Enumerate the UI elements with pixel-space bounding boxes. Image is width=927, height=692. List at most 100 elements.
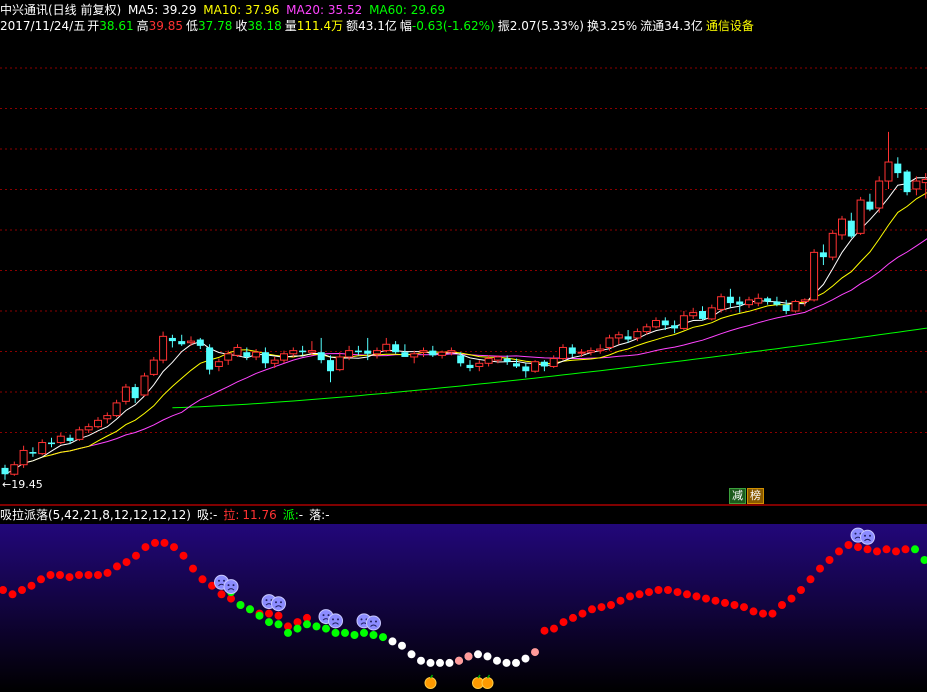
candle: [382, 337, 391, 353]
high-value: 39.85: [148, 19, 183, 33]
low-label: 低: [185, 19, 198, 33]
page-title: 中兴通讯(日线 前复权): [0, 3, 122, 17]
candle-body: [912, 180, 921, 190]
candle: [540, 360, 548, 372]
candle-body: [382, 343, 391, 352]
face-eye: [232, 584, 235, 587]
candle-body: [84, 426, 93, 431]
candle-body: [717, 296, 726, 310]
candle-body: [838, 218, 846, 236]
face-circle: [366, 615, 381, 631]
ma60-value: 29.69: [410, 3, 446, 17]
red-dot: [132, 551, 140, 560]
candle: [233, 344, 242, 357]
face-eye: [275, 601, 277, 604]
candle: [856, 196, 865, 235]
price-grid: [0, 67, 927, 433]
red-dot: [749, 607, 758, 616]
candle-body: [196, 339, 204, 346]
candle-body: [884, 161, 893, 182]
candle-body: [457, 355, 465, 364]
candle: [196, 337, 204, 350]
red-dot: [901, 545, 910, 554]
candle: [19, 445, 28, 468]
candle: [214, 358, 223, 372]
candle-body: [10, 464, 19, 475]
red-dot: [597, 603, 606, 612]
date-label: 2017/11/24/五: [0, 19, 86, 33]
candle-body: [726, 296, 734, 304]
red-dot: [768, 609, 777, 618]
candle-body: [689, 312, 698, 317]
ma20-path: [51, 238, 927, 456]
candle: [438, 350, 447, 359]
candle: [707, 304, 716, 321]
candle-body: [540, 361, 548, 367]
candle-body: [149, 359, 158, 375]
red-dot: [740, 603, 748, 612]
red-dot: [217, 590, 226, 599]
ma5-path: [4, 177, 927, 475]
candle: [847, 212, 855, 239]
red-dot: [18, 586, 26, 594]
candle: [549, 355, 558, 369]
red-dot: [626, 592, 634, 601]
red-dot: [806, 575, 815, 584]
candle-body: [605, 337, 614, 348]
candle-body: [214, 361, 223, 367]
candle: [75, 426, 84, 441]
candle-body: [475, 362, 484, 367]
face-eye: [322, 614, 325, 617]
close-value: 38.18: [247, 19, 282, 33]
luo-label: 落:: [309, 508, 326, 522]
candle: [29, 447, 37, 457]
reduce-badge[interactable]: 减: [729, 488, 746, 504]
green-dot: [236, 601, 245, 609]
candle: [559, 344, 567, 361]
green-dot: [303, 620, 311, 629]
red-dot: [873, 547, 881, 556]
candle: [624, 330, 632, 343]
candle-body: [503, 358, 511, 362]
red-dot: [654, 586, 663, 594]
red-dot: [540, 626, 549, 635]
white-dot: [474, 650, 482, 659]
candle: [206, 344, 214, 375]
candle-body: [568, 347, 576, 354]
green-dot: [255, 611, 264, 620]
candle-body: [614, 334, 623, 339]
candle: [243, 347, 251, 361]
sad-face-icon: [223, 579, 239, 595]
candle: [819, 244, 827, 266]
candle: [131, 383, 139, 403]
candle-body: [484, 358, 493, 364]
turnover-label: 换: [586, 19, 599, 33]
candle: [261, 347, 269, 369]
candle-body: [419, 350, 428, 353]
green-dot: [379, 633, 387, 642]
white-dot: [493, 656, 501, 665]
rank-badge[interactable]: 榜: [747, 488, 764, 504]
candle-body: [633, 331, 642, 339]
candle: [140, 372, 149, 397]
candle: [736, 296, 744, 313]
red-dot: [759, 609, 767, 618]
green-dot: [284, 628, 292, 637]
pai-value: -: [298, 508, 304, 522]
candle: [614, 331, 623, 345]
face-eye: [854, 532, 857, 535]
candle-body: [270, 359, 279, 364]
green-dot: [312, 622, 321, 631]
red-dot: [94, 571, 102, 579]
ma10-line: [23, 192, 927, 464]
candle-body: [903, 171, 911, 193]
red-dot: [616, 596, 625, 605]
ma-header: 中兴通讯(日线 前复权) MA5: 39.29 MA10: 37.96 MA20…: [0, 2, 448, 18]
sad-face-icon: [860, 529, 875, 545]
low-value: 37.78: [197, 19, 233, 33]
candle-body: [894, 163, 902, 174]
candle-body: [624, 336, 632, 340]
ma5-legend: MA5: 39.29: [128, 3, 196, 17]
ma10-path: [23, 192, 927, 464]
candle-body: [828, 232, 837, 258]
